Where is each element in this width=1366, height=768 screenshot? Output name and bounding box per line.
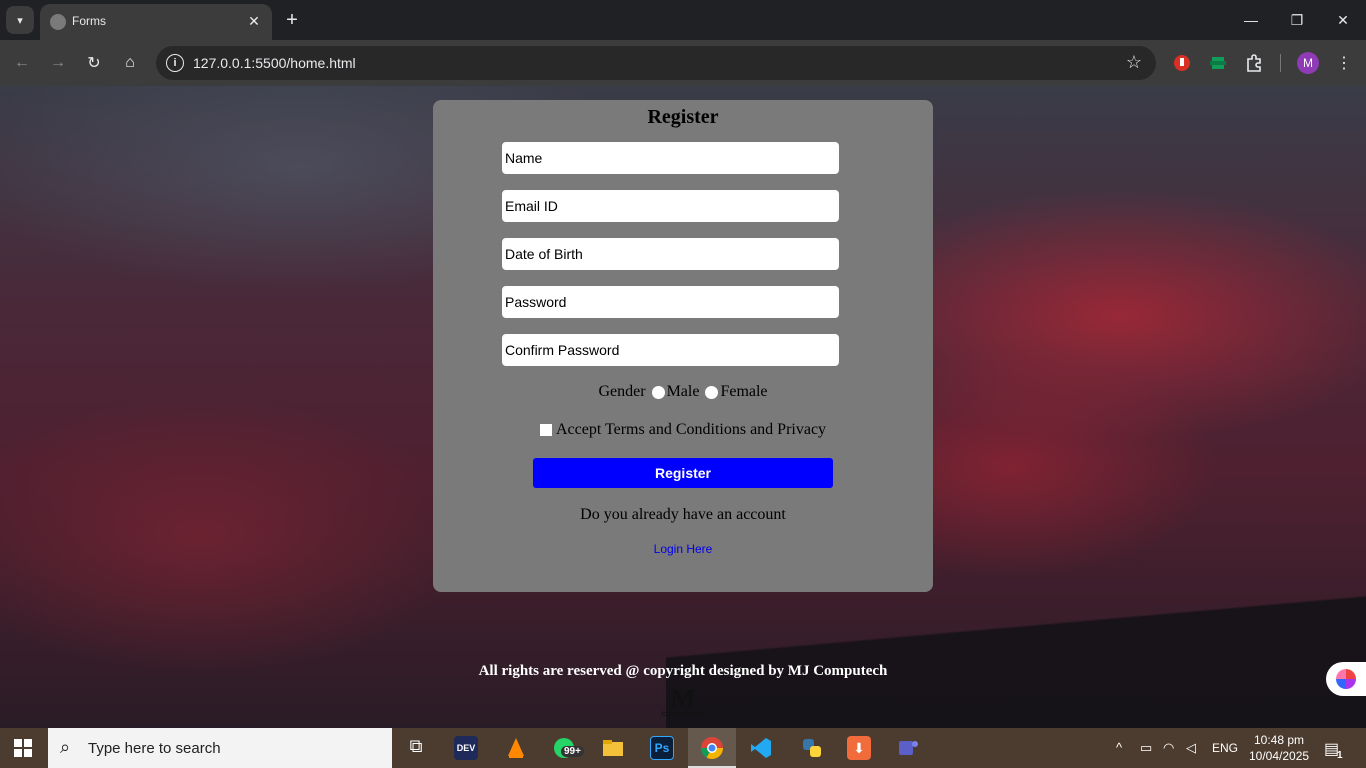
- vscode-icon[interactable]: [749, 736, 773, 760]
- whatsapp-badge: 99+: [561, 746, 584, 757]
- female-label: Female: [720, 383, 768, 400]
- search-placeholder: Type here to search: [88, 740, 221, 757]
- password-input[interactable]: Password: [502, 286, 839, 318]
- restore-button[interactable]: ❐: [1285, 8, 1309, 32]
- forward-button[interactable]: →: [44, 49, 72, 77]
- side-widget-button[interactable]: [1326, 662, 1366, 696]
- extensions-puzzle-icon[interactable]: [1244, 53, 1264, 73]
- back-button[interactable]: ←: [8, 49, 36, 77]
- task-view-icon[interactable]: ⧉: [404, 736, 428, 760]
- download-app-icon[interactable]: ⬇: [847, 736, 871, 760]
- python-icon[interactable]: [800, 736, 824, 760]
- notification-count: 1: [1337, 750, 1343, 761]
- logo-text: COMPUTECH: [661, 712, 705, 718]
- volume-icon[interactable]: ◁: [1186, 740, 1196, 756]
- browser-tabstrip: ▾ Forms ✕ + — ❐ ✕: [0, 0, 1366, 40]
- wifi-icon[interactable]: ◠: [1163, 740, 1174, 756]
- clock-date[interactable]: 10/04/2025: [1249, 749, 1309, 763]
- language-indicator[interactable]: ENG: [1212, 741, 1238, 755]
- new-tab-button[interactable]: +: [280, 8, 304, 32]
- male-radio[interactable]: [651, 385, 665, 399]
- confirm-password-input[interactable]: Confirm Password: [502, 334, 839, 366]
- url-text: 127.0.0.1:5500/home.html: [193, 55, 356, 71]
- footer-copyright: All rights are reserved @ copyright desi…: [478, 663, 888, 679]
- windows-start-icon[interactable]: [14, 739, 32, 757]
- extension-red-icon[interactable]: [1172, 53, 1192, 73]
- search-icon: ⌕: [60, 737, 71, 757]
- brain-icon: [1336, 669, 1356, 689]
- photoshop-icon[interactable]: Ps: [650, 736, 674, 760]
- register-card: Register Name Email ID Date of Birth Pas…: [433, 100, 933, 592]
- profile-avatar[interactable]: M: [1297, 52, 1319, 74]
- taskbar: ⌕ Type here to search ⧉ DEV 99+ Ps ⬇ ^ ▭…: [0, 728, 1366, 768]
- page-viewport: Register Name Email ID Date of Birth Pas…: [0, 86, 1366, 728]
- register-button[interactable]: Register: [533, 458, 833, 488]
- female-radio[interactable]: [705, 385, 719, 399]
- home-button[interactable]: ⌂: [116, 49, 144, 77]
- chrome-icon[interactable]: [700, 736, 724, 760]
- have-account-text: Do you already have an account: [580, 506, 786, 523]
- globe-icon: [50, 14, 66, 30]
- clock-time[interactable]: 10:48 pm: [1254, 733, 1304, 747]
- male-label: Male: [666, 383, 700, 400]
- bookmark-star-icon[interactable]: ☆: [1126, 52, 1142, 73]
- tab-forms[interactable]: Forms ✕: [40, 4, 272, 40]
- terms-row: Accept Terms and Conditions and Privacy: [433, 421, 933, 439]
- tab-search-button[interactable]: ▾: [6, 6, 34, 34]
- reload-button[interactable]: ↻: [80, 49, 108, 77]
- tray-device-icon[interactable]: ▭: [1140, 740, 1152, 756]
- address-bar[interactable]: i 127.0.0.1:5500/home.html ☆: [156, 46, 1156, 80]
- footer-logo: M COMPUTECH: [658, 686, 708, 724]
- teams-icon[interactable]: [896, 736, 920, 760]
- tray-overflow-icon[interactable]: ^: [1116, 740, 1122, 755]
- file-explorer-icon[interactable]: [601, 736, 625, 760]
- browser-toolbar: ← → ↻ ⌂ i 127.0.0.1:5500/home.html ☆ M ⋮: [0, 40, 1366, 86]
- tab-title: Forms: [72, 14, 106, 28]
- menu-kebab-icon[interactable]: ⋮: [1330, 49, 1358, 77]
- site-info-icon[interactable]: i: [166, 54, 184, 72]
- devcpp-icon[interactable]: DEV: [454, 736, 478, 760]
- background-mountain: [666, 568, 1366, 728]
- vlc-icon[interactable]: [504, 736, 528, 760]
- login-link[interactable]: Login Here: [433, 542, 933, 556]
- gender-row: Gender Male Female: [433, 383, 933, 401]
- logo-mark: M: [670, 684, 696, 713]
- close-tab-icon[interactable]: ✕: [244, 11, 264, 31]
- terms-label: Accept Terms and Conditions and Privacy: [555, 421, 827, 438]
- email-input[interactable]: Email ID: [502, 190, 839, 222]
- extension-green-icon[interactable]: [1208, 53, 1228, 73]
- taskbar-search[interactable]: ⌕ Type here to search: [48, 728, 392, 768]
- gender-label: Gender: [598, 383, 646, 400]
- toolbar-divider: [1280, 54, 1281, 72]
- terms-checkbox[interactable]: [539, 424, 552, 436]
- close-window-button[interactable]: ✕: [1331, 8, 1355, 32]
- form-title: Register: [647, 106, 719, 128]
- name-input[interactable]: Name: [502, 142, 839, 174]
- dob-input[interactable]: Date of Birth: [502, 238, 839, 270]
- minimize-button[interactable]: —: [1239, 8, 1263, 32]
- chevron-down-icon: ▾: [17, 14, 23, 27]
- whatsapp-icon[interactable]: 99+: [552, 736, 584, 760]
